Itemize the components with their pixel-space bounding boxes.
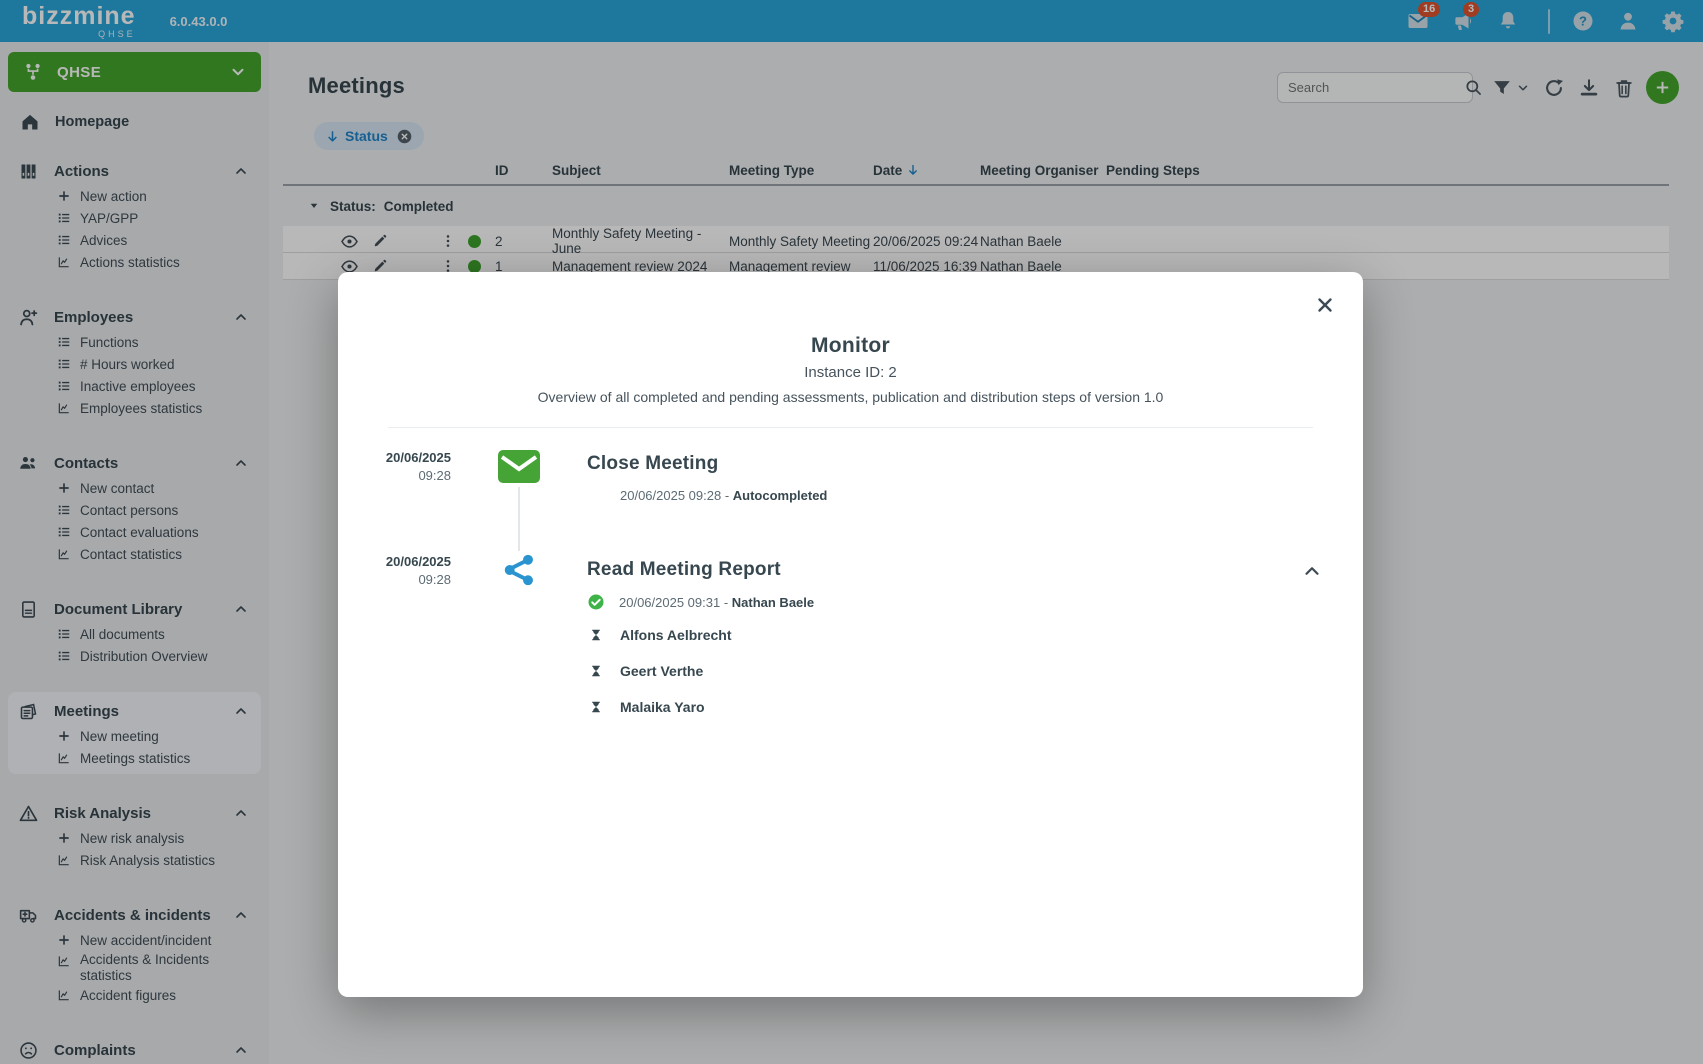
- check-circle-icon: [587, 593, 605, 611]
- dialog-instance-id: Instance ID: 2: [338, 364, 1363, 381]
- envelope-icon: [498, 450, 540, 483]
- step-time: 09:28: [338, 468, 451, 483]
- timeline-step-close-meeting: 20/06/2025 09:28 Close Meeting 20/06/202…: [338, 442, 1363, 503]
- step-datetime: 20/06/2025 09:28: [338, 442, 451, 483]
- step-icon-cell: [451, 540, 587, 588]
- step-datetime: 20/06/2025 09:28: [338, 540, 451, 587]
- collapse-chevron-up-icon[interactable]: [1301, 560, 1323, 582]
- monitor-dialog: Monitor Instance ID: 2 Overview of all c…: [338, 272, 1363, 997]
- step-content: Read Meeting Report 20/06/2025 09:31 - N…: [587, 540, 1363, 725]
- dialog-description: Overview of all completed and pending as…: [338, 389, 1363, 405]
- dialog-title: Monitor: [338, 334, 1363, 358]
- hourglass-icon: [589, 662, 603, 680]
- assignee-list: 20/06/2025 09:31 - Nathan Baele Alfons A…: [587, 587, 1363, 725]
- step-title: Read Meeting Report: [587, 559, 1363, 581]
- dialog-header: Monitor Instance ID: 2 Overview of all c…: [338, 272, 1363, 405]
- step-date: 20/06/2025: [338, 554, 451, 569]
- step-content: Close Meeting 20/06/2025 09:28 - Autocom…: [587, 442, 1363, 503]
- step-time: 09:28: [338, 572, 451, 587]
- share-icon: [501, 552, 537, 588]
- assignee-pending: Geert Verthe: [587, 653, 1363, 689]
- close-icon[interactable]: [1314, 294, 1336, 316]
- app-window: bizzmine QHSE 6.0.43.0.0 16 3 QHSE Homep…: [0, 0, 1703, 1064]
- assignee-pending: Alfons Aelbrecht: [587, 617, 1363, 653]
- step-title: Close Meeting: [587, 453, 1363, 475]
- assignee-completed: 20/06/2025 09:31 - Nathan Baele: [587, 587, 1363, 617]
- timeline-step-read-meeting-report: 20/06/2025 09:28 Read Meeting Report 20/…: [338, 540, 1363, 725]
- dialog-divider: [388, 427, 1313, 428]
- step-date: 20/06/2025: [338, 450, 451, 465]
- step-status: 20/06/2025 09:28 - Autocompleted: [620, 488, 1363, 503]
- hourglass-icon: [589, 626, 603, 644]
- step-icon-cell: [451, 442, 587, 483]
- assignee-pending: Malaika Yaro: [587, 689, 1363, 725]
- hourglass-icon: [589, 698, 603, 716]
